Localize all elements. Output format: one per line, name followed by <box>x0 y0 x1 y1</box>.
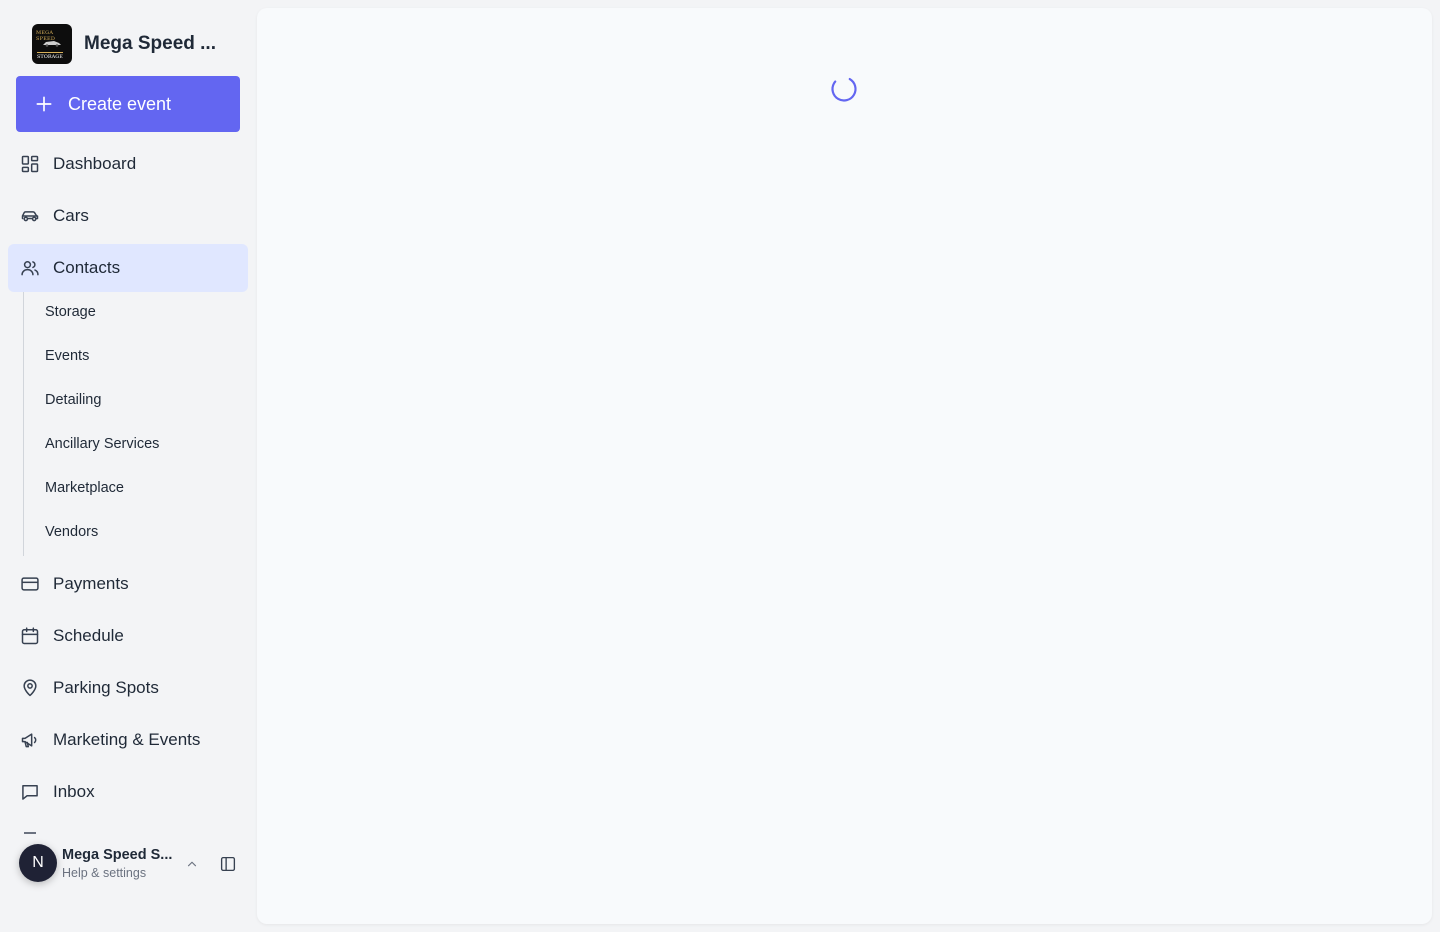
nav-label: Contacts <box>53 258 121 277</box>
sidebar-toggle-icon[interactable] <box>219 855 237 873</box>
user-name[interactable]: Mega Speed S... <box>62 847 172 863</box>
nav-label: Marketing & Events <box>53 730 201 749</box>
org-name: Mega Speed ... <box>84 33 216 54</box>
nav-label: Dashboard <box>53 154 137 173</box>
nav-label: Cars <box>53 206 89 225</box>
credit-card-icon <box>21 577 39 591</box>
chevron-up-icon[interactable] <box>185 857 199 871</box>
nav-label: Inbox <box>53 782 95 801</box>
nav-item-schedule[interactable]: Schedule <box>8 612 248 660</box>
avatar[interactable]: N <box>19 844 57 882</box>
sub-item-events[interactable]: Events <box>45 348 89 368</box>
map-pin-icon <box>23 679 37 697</box>
sub-item-storage[interactable]: Storage <box>45 304 96 324</box>
message-square-icon <box>22 785 38 800</box>
nav-item-dashboard[interactable]: Dashboard <box>8 140 248 188</box>
nav-item-marketing-events[interactable]: Marketing & Events <box>8 716 248 764</box>
megaphone-icon <box>21 733 37 748</box>
nav-item-inbox[interactable]: Inbox <box>8 768 248 816</box>
create-event-button[interactable]: Create event <box>16 76 240 132</box>
nav-label: Parking Spots <box>53 678 159 697</box>
nav-label: Schedule <box>53 626 124 645</box>
users-icon <box>21 261 39 276</box>
nav-item-contacts[interactable]: Contacts <box>8 244 248 292</box>
dashboard-grid-icon <box>21 155 39 173</box>
loading-spinner-icon <box>831 76 857 102</box>
sub-item-vendors[interactable]: Vendors <box>45 524 98 544</box>
nav-label: Payments <box>53 574 129 593</box>
nav-item-payments[interactable]: Payments <box>8 560 248 608</box>
nav-item-parking-spots[interactable]: Parking Spots <box>8 664 248 712</box>
main-content <box>257 8 1432 924</box>
sub-item-ancillary-services[interactable]: Ancillary Services <box>45 436 159 456</box>
sub-item-detailing[interactable]: Detailing <box>45 392 101 412</box>
logo-text-bottom: STORAGE <box>37 52 63 60</box>
create-event-label: Create event <box>68 93 172 114</box>
car-icon <box>21 211 39 222</box>
submenu-guide-line <box>23 292 24 556</box>
sidebar: MEGA SPEED STORAGE Mega Speed ... Create… <box>0 0 256 932</box>
calendar-icon <box>21 627 39 645</box>
nav-item-cars[interactable]: Cars <box>8 192 248 240</box>
org-logo: MEGA SPEED STORAGE <box>32 24 72 64</box>
org-header[interactable]: MEGA SPEED STORAGE Mega Speed ... <box>32 24 216 64</box>
logo-car-icon <box>43 41 61 47</box>
sub-item-marketplace[interactable]: Marketplace <box>45 480 124 500</box>
user-subtitle[interactable]: Help & settings <box>62 866 146 880</box>
plus-icon <box>36 96 52 112</box>
avatar-initial: N <box>32 854 44 871</box>
